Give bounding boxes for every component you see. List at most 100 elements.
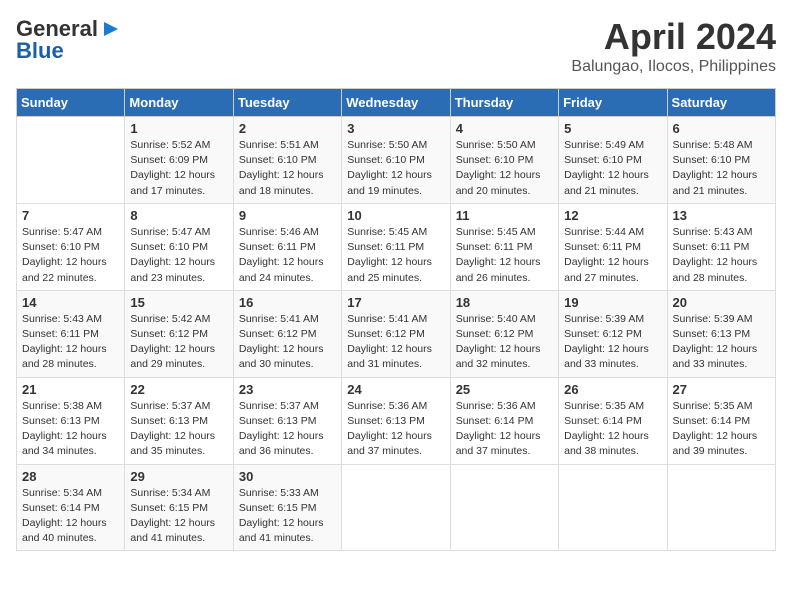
- logo-blue: Blue: [16, 38, 64, 64]
- calendar-cell: 8Sunrise: 5:47 AM Sunset: 6:10 PM Daylig…: [125, 203, 233, 290]
- calendar-cell: 15Sunrise: 5:42 AM Sunset: 6:12 PM Dayli…: [125, 290, 233, 377]
- day-info: Sunrise: 5:38 AM Sunset: 6:13 PM Dayligh…: [22, 399, 119, 460]
- day-info: Sunrise: 5:35 AM Sunset: 6:14 PM Dayligh…: [673, 399, 770, 460]
- calendar-cell: 17 Sunrise: 5:41 AM Sunset: 6:12 PM Dayli…: [342, 290, 450, 377]
- day-number: 6: [673, 121, 770, 136]
- calendar-cell: 20Sunrise: 5:39 AM Sunset: 6:13 PM Dayli…: [667, 290, 775, 377]
- day-info: Sunrise: 5:36 AM Sunset: 6:13 PM Dayligh…: [347, 399, 444, 460]
- calendar-cell: 12 Sunrise: 5:44 AM Sunset: 6:11 PM Dayli…: [559, 203, 667, 290]
- day-info: Sunrise: 5:46 AM Sunset: 6:11 PM Dayligh…: [239, 225, 336, 286]
- calendar-week-row: 21 Sunrise: 5:38 AM Sunset: 6:13 PM Dayli…: [17, 377, 776, 464]
- col-header-monday: Monday: [125, 89, 233, 117]
- col-header-tuesday: Tuesday: [233, 89, 341, 117]
- day-number: 13: [673, 208, 770, 223]
- day-number: 1: [130, 121, 227, 136]
- day-info: Sunrise: 5:43 AM Sunset: 6:11 PM Dayligh…: [22, 312, 119, 373]
- day-info: Sunrise: 5:45 AM Sunset: 6:11 PM Dayligh…: [456, 225, 553, 286]
- day-number: 15: [130, 295, 227, 310]
- day-info: Sunrise: 5:48 AM Sunset: 6:10 PM Dayligh…: [673, 138, 770, 199]
- day-number: 10: [347, 208, 444, 223]
- page-title: April 2024: [571, 16, 776, 58]
- calendar-week-row: 28Sunrise: 5:34 AM Sunset: 6:14 PM Dayli…: [17, 464, 776, 551]
- day-number: 16: [239, 295, 336, 310]
- day-number: 5: [564, 121, 661, 136]
- calendar-cell: 7 Sunrise: 5:47 AM Sunset: 6:10 PM Daylig…: [17, 203, 125, 290]
- logo-arrow-icon: [100, 18, 122, 40]
- day-info: Sunrise: 5:51 AM Sunset: 6:10 PM Dayligh…: [239, 138, 336, 199]
- calendar-cell: 30Sunrise: 5:33 AM Sunset: 6:15 PM Dayli…: [233, 464, 341, 551]
- day-info: Sunrise: 5:47 AM Sunset: 6:10 PM Dayligh…: [130, 225, 227, 286]
- calendar-week-row: 1 Sunrise: 5:52 AM Sunset: 6:09 PM Daylig…: [17, 117, 776, 204]
- day-info: Sunrise: 5:37 AM Sunset: 6:13 PM Dayligh…: [130, 399, 227, 460]
- logo: General Blue: [16, 16, 122, 64]
- day-info: Sunrise: 5:52 AM Sunset: 6:09 PM Dayligh…: [130, 138, 227, 199]
- day-number: 25: [456, 382, 553, 397]
- day-number: 30: [239, 469, 336, 484]
- day-info: Sunrise: 5:39 AM Sunset: 6:13 PM Dayligh…: [673, 312, 770, 373]
- day-info: Sunrise: 5:43 AM Sunset: 6:11 PM Dayligh…: [673, 225, 770, 286]
- day-number: 21: [22, 382, 119, 397]
- col-header-sunday: Sunday: [17, 89, 125, 117]
- calendar-cell: 2 Sunrise: 5:51 AM Sunset: 6:10 PM Daylig…: [233, 117, 341, 204]
- calendar-cell: 14Sunrise: 5:43 AM Sunset: 6:11 PM Dayli…: [17, 290, 125, 377]
- calendar-week-row: 14Sunrise: 5:43 AM Sunset: 6:11 PM Dayli…: [17, 290, 776, 377]
- day-number: 11: [456, 208, 553, 223]
- day-number: 7: [22, 208, 119, 223]
- calendar-cell: 4 Sunrise: 5:50 AM Sunset: 6:10 PM Daylig…: [450, 117, 558, 204]
- calendar-cell: [17, 117, 125, 204]
- day-number: 4: [456, 121, 553, 136]
- col-header-friday: Friday: [559, 89, 667, 117]
- header: General Blue April 2024 Balungao, Ilocos…: [16, 16, 776, 76]
- calendar-cell: 28Sunrise: 5:34 AM Sunset: 6:14 PM Dayli…: [17, 464, 125, 551]
- calendar-cell: 21 Sunrise: 5:38 AM Sunset: 6:13 PM Dayli…: [17, 377, 125, 464]
- day-number: 26: [564, 382, 661, 397]
- day-info: Sunrise: 5:35 AM Sunset: 6:14 PM Dayligh…: [564, 399, 661, 460]
- calendar-cell: 24 Sunrise: 5:36 AM Sunset: 6:13 PM Dayli…: [342, 377, 450, 464]
- calendar-header-row: SundayMondayTuesdayWednesdayThursdayFrid…: [17, 89, 776, 117]
- calendar-cell: [667, 464, 775, 551]
- calendar-cell: 9 Sunrise: 5:46 AM Sunset: 6:11 PM Daylig…: [233, 203, 341, 290]
- calendar-cell: 11 Sunrise: 5:45 AM Sunset: 6:11 PM Dayli…: [450, 203, 558, 290]
- title-block: April 2024 Balungao, Ilocos, Philippines: [571, 16, 776, 76]
- calendar-cell: 3 Sunrise: 5:50 AM Sunset: 6:10 PM Daylig…: [342, 117, 450, 204]
- day-number: 12: [564, 208, 661, 223]
- day-number: 24: [347, 382, 444, 397]
- calendar-cell: [450, 464, 558, 551]
- page-subtitle: Balungao, Ilocos, Philippines: [571, 58, 776, 76]
- calendar-cell: 6 Sunrise: 5:48 AM Sunset: 6:10 PM Daylig…: [667, 117, 775, 204]
- day-number: 22: [130, 382, 227, 397]
- calendar-cell: [559, 464, 667, 551]
- day-info: Sunrise: 5:37 AM Sunset: 6:13 PM Dayligh…: [239, 399, 336, 460]
- calendar-cell: 26 Sunrise: 5:35 AM Sunset: 6:14 PM Dayli…: [559, 377, 667, 464]
- calendar-cell: 27 Sunrise: 5:35 AM Sunset: 6:14 PM Dayli…: [667, 377, 775, 464]
- day-number: 9: [239, 208, 336, 223]
- day-info: Sunrise: 5:44 AM Sunset: 6:11 PM Dayligh…: [564, 225, 661, 286]
- calendar-week-row: 7 Sunrise: 5:47 AM Sunset: 6:10 PM Daylig…: [17, 203, 776, 290]
- day-info: Sunrise: 5:49 AM Sunset: 6:10 PM Dayligh…: [564, 138, 661, 199]
- calendar-cell: 16Sunrise: 5:41 AM Sunset: 6:12 PM Dayli…: [233, 290, 341, 377]
- day-info: Sunrise: 5:34 AM Sunset: 6:14 PM Dayligh…: [22, 486, 119, 547]
- calendar-table: SundayMondayTuesdayWednesdayThursdayFrid…: [16, 88, 776, 551]
- day-number: 2: [239, 121, 336, 136]
- day-number: 17: [347, 295, 444, 310]
- day-number: 18: [456, 295, 553, 310]
- day-info: Sunrise: 5:50 AM Sunset: 6:10 PM Dayligh…: [347, 138, 444, 199]
- calendar-cell: 5 Sunrise: 5:49 AM Sunset: 6:10 PM Daylig…: [559, 117, 667, 204]
- day-info: Sunrise: 5:50 AM Sunset: 6:10 PM Dayligh…: [456, 138, 553, 199]
- day-number: 3: [347, 121, 444, 136]
- day-info: Sunrise: 5:47 AM Sunset: 6:10 PM Dayligh…: [22, 225, 119, 286]
- calendar-cell: 22 Sunrise: 5:37 AM Sunset: 6:13 PM Dayli…: [125, 377, 233, 464]
- day-number: 29: [130, 469, 227, 484]
- calendar-cell: 1 Sunrise: 5:52 AM Sunset: 6:09 PM Daylig…: [125, 117, 233, 204]
- day-info: Sunrise: 5:34 AM Sunset: 6:15 PM Dayligh…: [130, 486, 227, 547]
- col-header-wednesday: Wednesday: [342, 89, 450, 117]
- calendar-cell: [342, 464, 450, 551]
- calendar-cell: 25Sunrise: 5:36 AM Sunset: 6:14 PM Dayli…: [450, 377, 558, 464]
- day-info: Sunrise: 5:41 AM Sunset: 6:12 PM Dayligh…: [347, 312, 444, 373]
- day-number: 27: [673, 382, 770, 397]
- calendar-cell: 29 Sunrise: 5:34 AM Sunset: 6:15 PM Dayli…: [125, 464, 233, 551]
- day-info: Sunrise: 5:39 AM Sunset: 6:12 PM Dayligh…: [564, 312, 661, 373]
- day-number: 19: [564, 295, 661, 310]
- col-header-saturday: Saturday: [667, 89, 775, 117]
- col-header-thursday: Thursday: [450, 89, 558, 117]
